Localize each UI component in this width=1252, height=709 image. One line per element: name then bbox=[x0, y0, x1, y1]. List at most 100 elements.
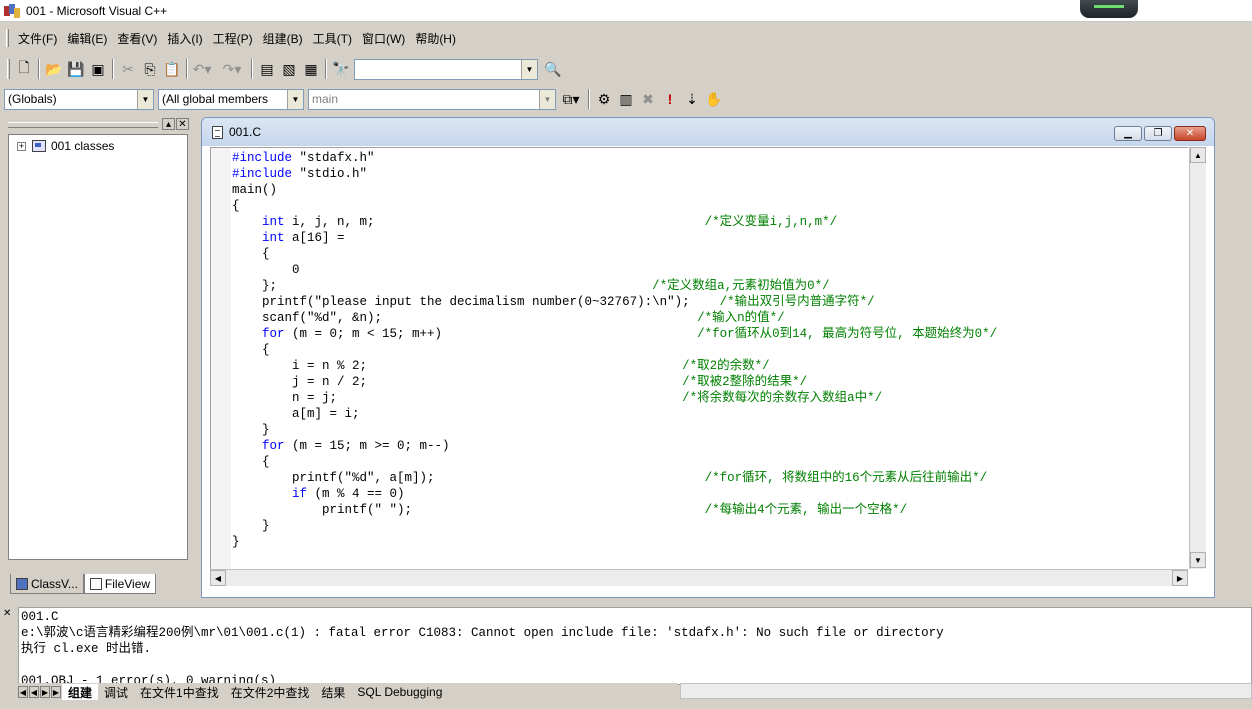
find-in-files-icon[interactable]: 🔭 bbox=[330, 58, 352, 80]
restore-icon[interactable]: ❐ bbox=[1144, 126, 1172, 141]
new-text-file-icon[interactable]: 🗋 bbox=[13, 58, 35, 80]
code-line: 0 bbox=[232, 262, 300, 278]
workspace-tabs: ClassV... FileView bbox=[10, 574, 157, 594]
horizontal-scrollbar[interactable]: ◀ ▶ bbox=[210, 569, 1188, 586]
code-keyword: int bbox=[262, 231, 285, 245]
editor-title-bar[interactable]: 001.C ▁ ❐ ✕ bbox=[202, 118, 1214, 146]
chevron-down-icon[interactable]: ▼ bbox=[287, 89, 303, 109]
find-icon[interactable]: 🔍 bbox=[542, 58, 564, 80]
expand-icon[interactable]: + bbox=[17, 141, 26, 151]
code-line: i = n % 2; /*取2的余数*/ bbox=[232, 358, 770, 374]
output-tab[interactable]: 在文件2中查找 bbox=[225, 684, 316, 700]
save-icon[interactable]: 💾 bbox=[65, 58, 87, 80]
open-folder-icon[interactable]: 📂 bbox=[43, 58, 65, 80]
code-text: i, j, n, m; bbox=[284, 215, 705, 229]
close-output-icon[interactable]: ✕ bbox=[3, 608, 11, 619]
menu-view[interactable]: 查看(V) bbox=[112, 28, 162, 49]
build-icon[interactable]: ▥ bbox=[615, 88, 637, 110]
standard-toolbar: 🗋 📂 💾 ▣ ✂ ⎘ 📋 ↶▾ ↷▾ ▤ ▧ ▦ 🔭 ▼ 🔍 bbox=[4, 56, 564, 82]
output-tab[interactable]: SQL Debugging bbox=[351, 684, 448, 700]
tab-fileview[interactable]: FileView bbox=[83, 574, 157, 594]
chevron-down-icon[interactable]: ▼ bbox=[539, 89, 555, 109]
output-tab[interactable]: 在文件1中查找 bbox=[134, 684, 225, 700]
menu-project[interactable]: 工程(P) bbox=[208, 28, 258, 49]
output-tab[interactable]: 结果 bbox=[315, 684, 351, 700]
tab-next-icon[interactable]: ▶ bbox=[40, 686, 50, 698]
code-line: { bbox=[232, 246, 270, 262]
code-line: int i, j, n, m; /*定义变量i,j,n,m*/ bbox=[232, 214, 837, 230]
tab-first-icon[interactable]: ◀ bbox=[18, 686, 28, 698]
vertical-scrollbar[interactable]: ▲ ▼ bbox=[1189, 147, 1206, 569]
undo-icon[interactable]: ↶▾ bbox=[191, 58, 213, 80]
code-line: } bbox=[232, 422, 270, 438]
scroll-left-icon[interactable]: ◀ bbox=[210, 570, 226, 586]
output-hscrollbar[interactable] bbox=[680, 683, 1252, 699]
menubar-grip bbox=[6, 29, 9, 47]
code-line: main() bbox=[232, 182, 277, 198]
drag-bar bbox=[8, 122, 158, 128]
tab-last-icon[interactable]: ▶ bbox=[51, 686, 61, 698]
code-text: printf(" "); bbox=[232, 503, 705, 517]
code-text: j = n / 2; bbox=[232, 375, 683, 389]
menu-edit[interactable]: 编辑(E) bbox=[62, 28, 112, 49]
close-pane-icon[interactable]: ✕ bbox=[176, 118, 189, 130]
members-combo-value: (All global members bbox=[162, 92, 269, 106]
code-line: } bbox=[232, 518, 270, 534]
tree-item-classes[interactable]: + 001 classes bbox=[17, 139, 114, 153]
menu-build[interactable]: 组建(B) bbox=[258, 28, 308, 49]
minimize-icon[interactable]: ▁ bbox=[1114, 126, 1142, 141]
globals-combo[interactable]: (Globals) ▼ bbox=[4, 88, 154, 110]
code-editor[interactable]: #include "stdafx.h" #include "stdio.h" mai… bbox=[210, 147, 1188, 569]
output-tab[interactable]: 组建 bbox=[62, 684, 99, 700]
class-tree[interactable]: + 001 classes bbox=[8, 134, 188, 560]
paste-icon[interactable]: 📋 bbox=[161, 58, 183, 80]
redo-icon[interactable]: ↷▾ bbox=[221, 58, 243, 80]
code-line: #include "stdafx.h" bbox=[232, 150, 375, 166]
editor-title: 001.C bbox=[229, 125, 262, 139]
editor-margin bbox=[211, 148, 231, 569]
compile-icon[interactable]: ⚙ bbox=[593, 88, 615, 110]
go-debug-icon[interactable]: ⇣ bbox=[681, 88, 703, 110]
code-line: { bbox=[232, 454, 270, 470]
tab-prev-icon[interactable]: ◀ bbox=[29, 686, 39, 698]
maximize-pane-icon[interactable]: ▴ bbox=[162, 118, 175, 130]
chevron-down-icon[interactable]: ▼ bbox=[521, 59, 537, 79]
scroll-down-icon[interactable]: ▼ bbox=[1190, 552, 1206, 568]
workspace-icon[interactable]: ▤ bbox=[256, 58, 278, 80]
scroll-up-icon[interactable]: ▲ bbox=[1190, 147, 1206, 163]
code-line: int a[16] = bbox=[232, 230, 345, 246]
close-icon[interactable]: ✕ bbox=[1174, 126, 1206, 141]
output-text[interactable]: 001.C e:\郭波\c语言精彩编程200例\mr\01\001.c(1) : … bbox=[18, 607, 1252, 685]
menu-file[interactable]: 文件(F) bbox=[13, 28, 62, 49]
stop-build-icon[interactable]: ✖ bbox=[637, 88, 659, 110]
title-bar: 001 - Microsoft Visual C++ bbox=[0, 0, 1252, 22]
function-combo-value: main bbox=[312, 92, 339, 106]
window-buttons: ▁ ❐ ✕ bbox=[1114, 126, 1206, 141]
code-comment: /*输入n的值*/ bbox=[697, 311, 785, 325]
find-combo[interactable]: ▼ bbox=[354, 58, 538, 80]
globals-combo-value: (Globals) bbox=[8, 92, 57, 106]
menu-window[interactable]: 窗口(W) bbox=[357, 28, 410, 49]
code-text: main() bbox=[232, 183, 278, 197]
wizard-action-icon[interactable]: ⧉▾ bbox=[560, 88, 582, 110]
copy-icon[interactable]: ⎘ bbox=[139, 58, 161, 80]
chevron-down-icon[interactable]: ▼ bbox=[137, 89, 153, 109]
breakpoint-hand-icon[interactable]: ✋ bbox=[703, 88, 725, 110]
members-combo[interactable]: (All global members ▼ bbox=[158, 88, 304, 110]
output-line: 001.C bbox=[21, 610, 59, 624]
menu-help[interactable]: 帮助(H) bbox=[410, 28, 461, 49]
cut-icon[interactable]: ✂ bbox=[117, 58, 139, 80]
output-tab[interactable]: 调试 bbox=[98, 684, 134, 700]
execute-icon[interactable]: ! bbox=[659, 88, 681, 110]
function-combo[interactable]: main ▼ bbox=[308, 88, 556, 110]
menu-insert[interactable]: 插入(I) bbox=[162, 28, 207, 49]
window-list-icon[interactable]: ▦ bbox=[300, 58, 322, 80]
code-text: { bbox=[232, 455, 270, 469]
tab-classview[interactable]: ClassV... bbox=[10, 574, 84, 594]
scroll-right-icon[interactable]: ▶ bbox=[1172, 570, 1188, 586]
output-window-icon[interactable]: ▧ bbox=[278, 58, 300, 80]
menu-tools[interactable]: 工具(T) bbox=[308, 28, 357, 49]
save-all-icon[interactable]: ▣ bbox=[87, 58, 109, 80]
